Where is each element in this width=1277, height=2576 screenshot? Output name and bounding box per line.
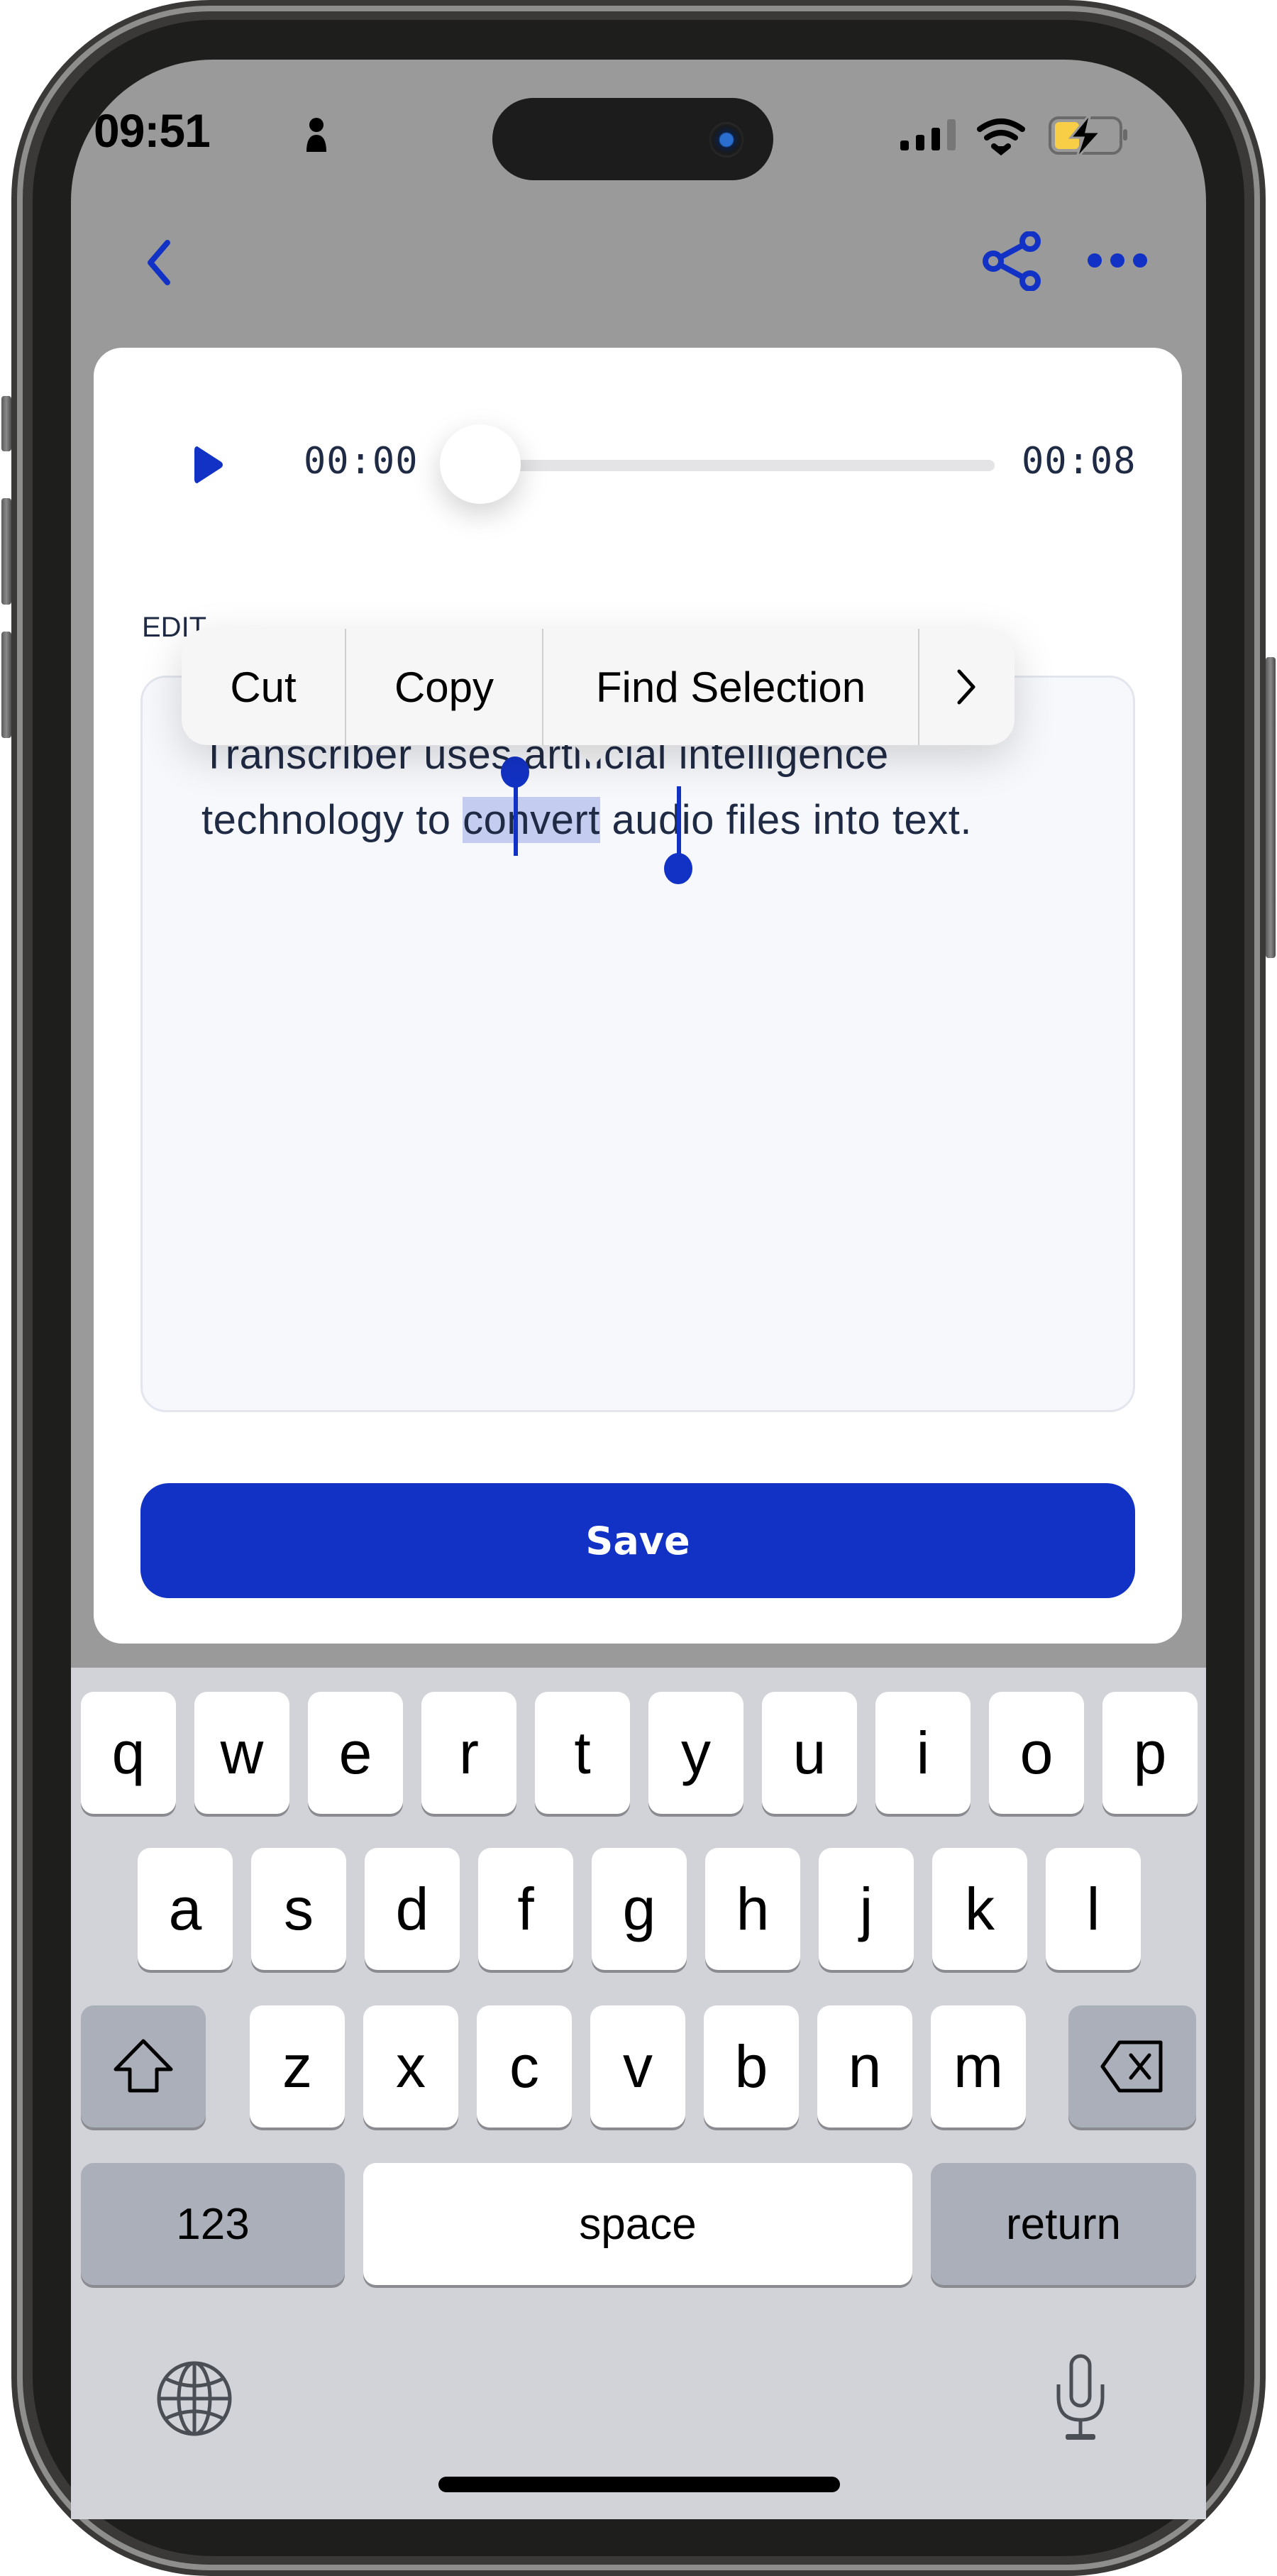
context-menu-pointer	[572, 742, 614, 766]
key-t[interactable]: t	[535, 1692, 630, 1814]
duration: 00:08	[1022, 440, 1137, 483]
key-p[interactable]: p	[1102, 1692, 1198, 1814]
key-e[interactable]: e	[308, 1692, 403, 1814]
key-o[interactable]: o	[989, 1692, 1084, 1814]
progress-slider-thumb[interactable]	[440, 424, 521, 504]
status-time: 09:51	[94, 104, 211, 157]
camera-icon	[709, 122, 743, 158]
key-a[interactable]: a	[138, 1848, 233, 1970]
delete-key[interactable]	[1068, 2005, 1196, 2128]
progress-slider-track[interactable]	[454, 460, 995, 471]
key-c[interactable]: c	[477, 2005, 572, 2128]
key-j[interactable]: j	[819, 1848, 914, 1970]
selected-text[interactable]: convert	[463, 797, 600, 843]
chevron-right-icon	[957, 669, 975, 705]
text-context-menu: Cut Copy Find Selection	[182, 629, 1015, 745]
space-key[interactable]: space	[363, 2163, 912, 2285]
key-r[interactable]: r	[421, 1692, 516, 1814]
selection-end-handle[interactable]	[664, 853, 692, 884]
return-key[interactable]: return	[931, 2163, 1196, 2285]
signal-icon	[900, 119, 956, 150]
shift-icon	[114, 2039, 173, 2093]
play-icon[interactable]	[192, 444, 227, 486]
share-icon[interactable]	[982, 231, 1046, 291]
key-u[interactable]: u	[762, 1692, 857, 1814]
volume-down-button	[1, 632, 11, 738]
key-q[interactable]: q	[81, 1692, 176, 1814]
key-i[interactable]: i	[875, 1692, 971, 1814]
key-d[interactable]: d	[365, 1848, 460, 1970]
wifi-icon	[977, 119, 1025, 156]
key-b[interactable]: b	[704, 2005, 799, 2128]
key-g[interactable]: g	[592, 1848, 687, 1970]
menu-item-find-selection[interactable]: Find Selection	[543, 629, 918, 745]
text-after-selection: audio files into text.	[599, 797, 972, 843]
key-s[interactable]: s	[251, 1848, 346, 1970]
key-v[interactable]: v	[590, 2005, 685, 2128]
battery-charging-icon	[1049, 114, 1127, 160]
selection-start-caret	[514, 786, 518, 856]
current-time: 00:00	[304, 440, 419, 483]
key-l[interactable]: l	[1046, 1848, 1141, 1970]
menu-more-button[interactable]	[919, 629, 1015, 745]
save-button[interactable]: Save	[140, 1483, 1135, 1598]
home-indicator[interactable]	[438, 2477, 840, 2492]
key-m[interactable]: m	[931, 2005, 1026, 2128]
microphone-icon[interactable]	[1049, 2353, 1112, 2443]
shift-key[interactable]	[81, 2005, 206, 2128]
selection-start-handle[interactable]	[501, 756, 529, 788]
key-y[interactable]: y	[648, 1692, 743, 1814]
key-n[interactable]: n	[817, 2005, 912, 2128]
status-icons	[900, 114, 1127, 160]
key-k[interactable]: k	[932, 1848, 1027, 1970]
delete-icon	[1100, 2040, 1163, 2093]
chevron-left-icon[interactable]	[145, 240, 173, 285]
key-z[interactable]: z	[250, 2005, 345, 2128]
person-icon	[306, 118, 326, 152]
power-button	[1266, 657, 1276, 958]
ellipsis-icon[interactable]	[1085, 251, 1149, 270]
menu-item-copy[interactable]: Copy	[346, 629, 542, 745]
key-h[interactable]: h	[705, 1848, 800, 1970]
action-button	[1, 396, 11, 451]
key-w[interactable]: w	[194, 1692, 289, 1814]
numbers-key[interactable]: 123	[81, 2163, 345, 2285]
key-f[interactable]: f	[478, 1848, 573, 1970]
menu-item-cut[interactable]: Cut	[182, 629, 345, 745]
globe-icon[interactable]	[155, 2359, 234, 2438]
key-x[interactable]: x	[363, 2005, 458, 2128]
volume-up-button	[1, 498, 11, 605]
